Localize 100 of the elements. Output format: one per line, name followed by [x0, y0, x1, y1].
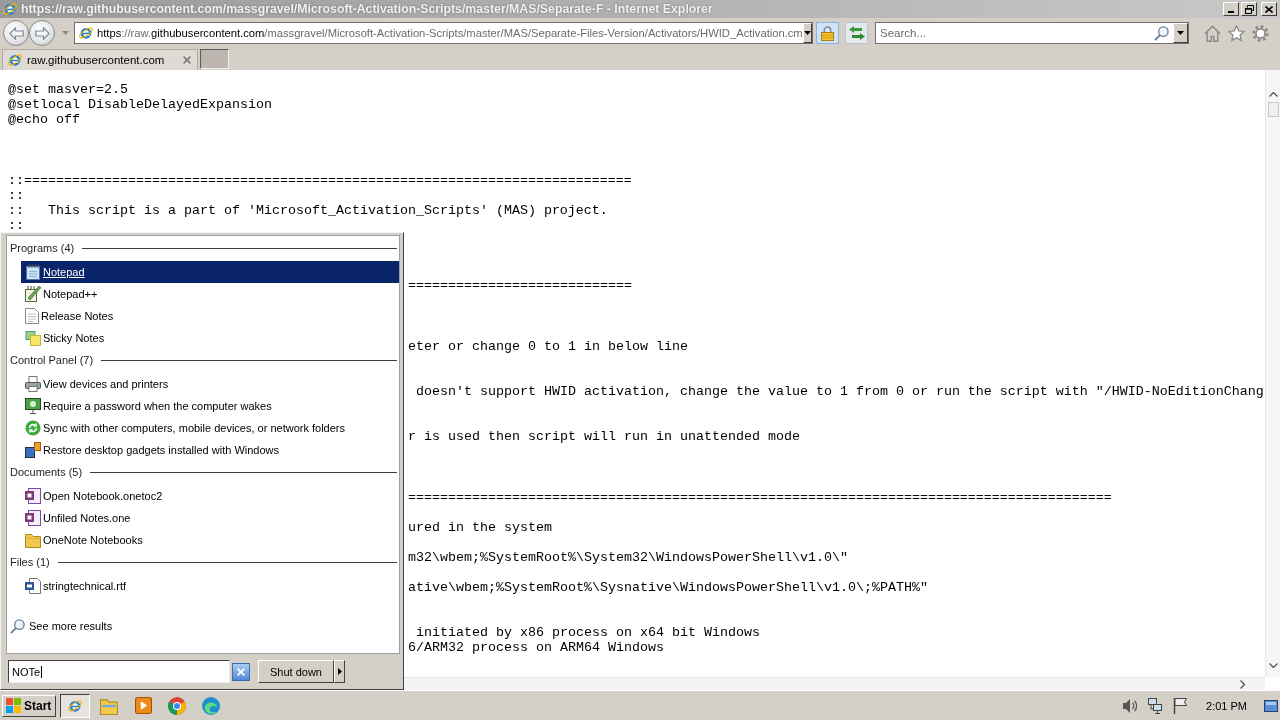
vertical-scrollbar[interactable] [1265, 70, 1280, 677]
shut-down-options-button[interactable] [334, 660, 345, 683]
chevron-up-icon [1268, 92, 1278, 97]
menu-item[interactable]: Open Notebook.onetoc2 [21, 485, 399, 507]
code-line: :: [8, 187, 24, 203]
menu-item[interactable]: OneNote Notebooks [21, 529, 399, 551]
taskbar-app-button[interactable] [60, 693, 90, 718]
code-line: :: This script is a part of 'Microsoft_Activation_Scripts' (MAS) project. [8, 202, 608, 218]
printer-icon [25, 376, 41, 392]
code-line: 6/ARM32 process on ARM64 Windows [408, 640, 664, 656]
settings-icon [1252, 24, 1269, 42]
notebook-file-icon [25, 510, 41, 526]
lock-icon [821, 25, 834, 41]
chevron-right-icon [1240, 679, 1245, 689]
forward-button[interactable] [29, 20, 55, 46]
code-line: ======================================================================================== [408, 489, 1112, 505]
folder-icon [100, 696, 118, 715]
search-field[interactable]: Search... [875, 22, 1189, 44]
start-button[interactable]: Start [2, 694, 56, 717]
menu-item[interactable]: Unfiled Notes.one [21, 507, 399, 529]
caret-down-icon [1177, 31, 1184, 35]
notepad-icon [25, 264, 41, 280]
code-line: m32\wbem;%SystemRoot%\System32\WindowsPowerShell\v1.0\" [408, 549, 848, 565]
section-heading: Programs (4) [10, 242, 75, 254]
menu-item[interactable]: Restore desktop gadgets installed with Windows [21, 439, 399, 461]
window-title: https://raw.githubusercontent.com/massgravel/Microsoft-Activation-Scripts/master/MAS/Separate-F - Internet Explorer [21, 2, 713, 16]
four-squares-icon [6, 698, 21, 713]
code-line: ured in the system [408, 519, 552, 535]
code-line: doesn't support HWID activation, change the value to 1 from 0 or run the script with "/HWID-NoEditionChang [415, 383, 1264, 399]
close-tab-button[interactable] [183, 56, 191, 64]
scrollbar-thumb[interactable] [1267, 102, 1279, 117]
arrow-right-icon [34, 26, 50, 40]
code-line: eter or change 0 to 1 in below line [408, 338, 688, 354]
search-dropdown-button[interactable] [1173, 23, 1188, 43]
caret-down-icon [61, 31, 69, 35]
monitor-icon [25, 398, 41, 414]
chevron-down-icon [1268, 663, 1278, 668]
show-desktop-button[interactable] [1264, 699, 1278, 712]
section-heading: Documents (5) [10, 466, 83, 478]
code-line: @echo off [8, 112, 80, 128]
caret-down-icon [803, 31, 811, 35]
close-button[interactable] [1261, 2, 1277, 16]
menu-item[interactable]: Require a password when the computer wakes [21, 395, 399, 417]
new-tab-button[interactable] [200, 49, 229, 69]
menu-item[interactable]: Sticky Notes [21, 327, 399, 349]
restore-icon [1244, 4, 1254, 14]
favorites-button[interactable] [1228, 24, 1245, 42]
code-line: ============================ [408, 278, 632, 294]
sticky-notes-icon [25, 330, 41, 346]
clock[interactable]: 2:01 PM [1206, 699, 1247, 712]
minimize-icon [1228, 11, 1234, 13]
refresh-arrows-icon [848, 26, 865, 40]
clear-search-button[interactable] [232, 662, 250, 681]
menu-item[interactable]: Notepad++ [21, 283, 399, 305]
notepad-pen-icon [25, 286, 41, 302]
code-line: ::============================================================================ [8, 172, 632, 188]
browser-icon [2, 1, 18, 17]
desktop-icon [1264, 699, 1278, 712]
circle-logo-icon [168, 696, 186, 715]
search-icon [1154, 25, 1169, 41]
document-icon [25, 308, 39, 324]
home-icon [1204, 24, 1221, 42]
caret-right-icon [337, 668, 342, 675]
section-heading: Files (1) [10, 556, 50, 568]
wave-logo-icon [202, 696, 220, 715]
back-button[interactable] [3, 20, 29, 46]
star-icon [1228, 24, 1245, 42]
code-line: :: [8, 217, 24, 233]
browser-icon [78, 25, 94, 41]
browser-tab[interactable]: raw.githubusercontent.com [2, 49, 198, 70]
browser-icon [67, 697, 83, 714]
search-field[interactable]: NOTe [8, 660, 230, 683]
tiles-icon [25, 442, 41, 458]
arrow-left-icon [8, 26, 24, 40]
notebook-file-icon [25, 488, 41, 504]
menu-item[interactable]: Release Notes [21, 305, 399, 327]
sync-icon [25, 420, 41, 436]
menu-item[interactable]: Notepad [21, 261, 399, 283]
close-icon [1265, 5, 1273, 13]
code-line: @set masver=2.5 [8, 82, 128, 97]
flag-icon[interactable] [1173, 697, 1188, 714]
see-more-results-link[interactable]: See more results [7, 615, 113, 637]
settings-button[interactable] [1252, 24, 1269, 42]
folder-icon [25, 532, 41, 548]
address-field[interactable]: https://raw.githubusercontent.com/massgravel/Microsoft-Activation-Scripts/master/MAS/Separate-Files-Version/Activators/HWID_Activation.cm [74, 22, 813, 44]
menu-item[interactable]: View devices and printers [21, 373, 399, 395]
search-icon [10, 618, 25, 634]
menu-item[interactable]: Sync with other computers, mobile devices, or network folders [21, 417, 399, 439]
document-icon [25, 578, 41, 594]
menu-item[interactable]: stringtechnical.rtf [21, 575, 399, 597]
code-line: @setlocal DisableDelayedExpansion [8, 97, 272, 113]
restore-button[interactable] [1241, 2, 1257, 16]
network-icon[interactable] [1148, 697, 1163, 714]
code-line: ative\wbem;%SystemRoot%\Sysnative\WindowsPowerShell\v1.0\;%PATH%" [408, 580, 928, 596]
minimize-button[interactable] [1223, 2, 1239, 16]
speaker-icon[interactable] [1123, 697, 1138, 714]
refresh-button[interactable] [845, 22, 868, 44]
address-dropdown-button[interactable] [802, 23, 812, 43]
shut-down-button[interactable]: Shut down [258, 660, 334, 683]
play-icon [134, 697, 152, 714]
